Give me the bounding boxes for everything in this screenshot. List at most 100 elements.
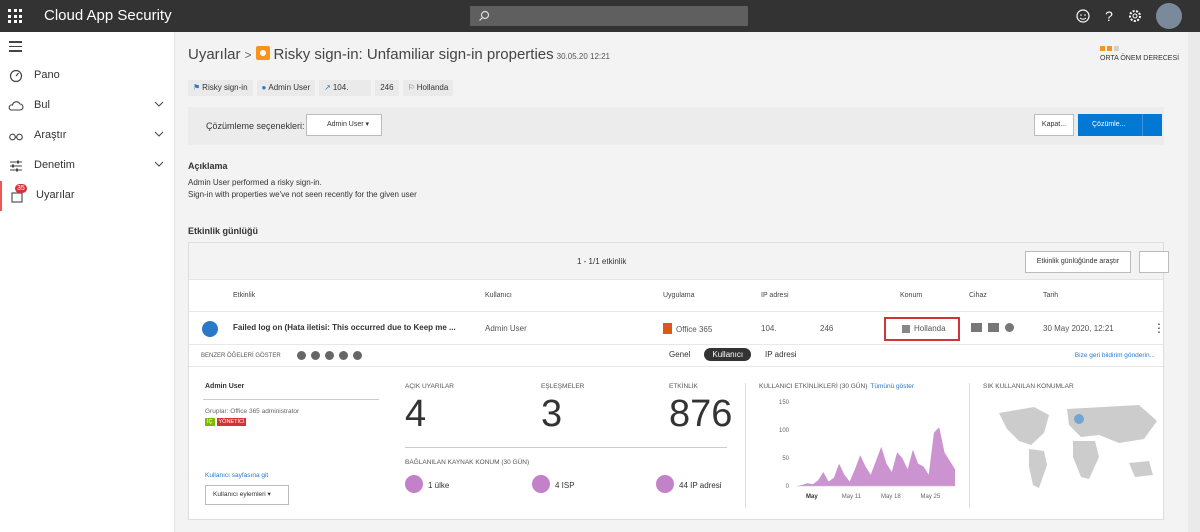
similar-label: BENZER ÖĞELERİ GÖSTER [201,353,281,359]
chip-ip-suffix[interactable]: 246 [375,80,399,96]
breadcrumb-alerts[interactable]: Uyarılar [188,46,241,63]
chip-ip[interactable]: ↗ 104. [319,80,372,96]
resolution-user-select[interactable]: Admin User ▾ [306,114,382,136]
risk-alert-icon [255,46,270,60]
user-page-link[interactable]: Kullanıcı sayfasına git [205,472,268,479]
sidebar-item-bul[interactable]: Bul [0,91,175,121]
table-row[interactable]: Failed log on (Hata iletisi: This occurr… [189,311,1165,345]
column-ip[interactable]: IP adresi [761,292,789,299]
column-app[interactable]: Uygulama [663,292,695,299]
help-icon[interactable]: ? [1100,7,1118,25]
open-alerts-value: 4 [405,393,427,435]
activity-log-panel: 1 - 1/1 etkinlik Etkinlik günlüğünde ara… [188,242,1169,520]
activity-log-toolbar: 1 - 1/1 etkinlik Etkinlik günlüğünde ara… [189,243,1169,280]
tag-internal: İÇ [205,418,215,426]
sidebar-item-label: Pano [34,69,60,81]
user-avatar[interactable] [1156,3,1182,29]
location-similar-icon [339,351,348,360]
resolve-button[interactable]: Çözümle... [1078,114,1162,136]
sidebar-item-pano[interactable]: Pano [0,61,175,91]
network-icon [532,475,550,493]
tab-general[interactable]: Genel [661,348,698,361]
alert-count-badge: 35 [15,184,27,193]
y-tick-label: 50 [782,456,789,462]
sidebar-item-arastir[interactable]: Araştır [0,121,175,151]
divider [969,383,970,508]
app-launcher-icon[interactable] [8,9,22,23]
column-date[interactable]: Tarih [1043,292,1058,299]
chip-location[interactable]: ⚐ Hollanda [402,80,454,96]
ip-icon [656,475,674,493]
ip-stat: 44 IP adresi [656,475,722,493]
gear-icon[interactable] [1126,7,1144,25]
column-location[interactable]: Konum [900,292,922,299]
column-user[interactable]: Kullanıcı [485,292,512,299]
similar-icons [297,351,362,360]
search-input[interactable] [470,6,748,26]
y-tick-label: 100 [779,428,790,434]
more-icon[interactable]: ⋮ [1153,321,1165,335]
activity-log-heading: Etkinlik günlüğü [188,226,258,236]
desktop-icon [971,323,982,332]
y-tick-label: 0 [786,484,790,490]
breadcrumb-separator: > [244,48,252,62]
scrollbar[interactable] [1188,32,1200,532]
browser-icon [1005,323,1014,332]
activity-value: 876 [669,393,733,435]
location-cell[interactable]: Hollanda [884,317,960,341]
chip-risky-sign-in[interactable]: ⚑ Risky sign-in [188,80,253,96]
user-similar-icon [311,351,320,360]
user-cell[interactable]: Admin User [485,324,527,333]
map-north-america [999,407,1049,445]
time-similar-icon [353,351,362,360]
sources-label: BAĞLANILAN KAYNAK KONUM (30 GÜN) [405,459,530,466]
x-tick-label: May 18 [881,494,901,500]
divider [745,383,746,508]
tab-ip[interactable]: IP adresi [757,348,804,361]
user-activity-label: KULLANICI ETKİNLİKLERİ (30 GÜN) Tümünü gö… [759,383,915,390]
sidebar-item-uyarilar[interactable]: 35 Uyarılar [0,181,175,211]
show-all-link[interactable]: Tümünü göster [870,383,914,390]
chevron-down-icon [154,131,164,137]
column-activity[interactable]: Etkinlik [233,292,255,299]
sidebar-item-label: Bul [34,99,50,111]
menu-icon[interactable] [9,41,22,55]
glasses-icon [9,133,23,141]
chevron-down-icon [154,101,164,107]
x-tick-label: May 11 [842,494,862,500]
sidebar: Pano Bul Araştır Denetim 35 Uyarılar [0,32,175,532]
map-south-america [1029,449,1047,488]
device-cell [971,323,1014,332]
column-device[interactable]: Cihaz [969,292,987,299]
map-europe-asia [1067,405,1157,443]
smiley-icon[interactable] [1074,7,1092,25]
ip-cell[interactable]: 104. [761,324,777,333]
user-activity-chart: 0 50 100 150 May May 11 May 18 May 25 [779,400,955,500]
investigate-button[interactable]: Etkinlik günlüğünde araştır [1025,251,1131,273]
app-cell[interactable]: Office 365 [663,323,712,334]
sidebar-item-denetim[interactable]: Denetim [0,151,175,181]
top-bar: Cloud App Security ? [0,0,1200,32]
search-icon [479,10,490,21]
close-alert-button[interactable]: Kapat... [1034,114,1074,136]
divider [203,399,379,400]
expand-button[interactable] [1139,251,1169,273]
activity-similar-icon [297,351,306,360]
main-content: Uyarılar > Risky sign-in: Unfamiliar sign-… [176,32,1188,532]
tag-admin: YÖNETİCİ [216,418,247,426]
resolve-dropdown[interactable] [1142,114,1162,136]
svg-text:?: ? [1105,8,1113,24]
dashboard-icon [9,69,23,83]
severity-indicator: ORTA ÖNEM DERECESİ [1100,46,1188,62]
isp-stat: 4 ISP [532,475,575,493]
app-title[interactable]: Cloud App Security [44,7,172,24]
sidebar-item-label: Denetim [34,159,75,171]
detail-tabs: Genel Kullanıcı IP adresi [661,348,804,361]
user-name: Admin User [205,383,245,390]
description-heading: Açıklama [188,161,228,171]
chip-user[interactable]: ● Admin User [256,80,316,96]
feedback-link[interactable]: Bize geri bildirim gönderin... [1075,352,1155,359]
user-actions-select[interactable]: Kullanıcı eylemleri ▾ [205,485,289,505]
open-alerts-label: AÇIK UYARILAR [405,383,455,390]
tab-user[interactable]: Kullanıcı [704,348,752,361]
